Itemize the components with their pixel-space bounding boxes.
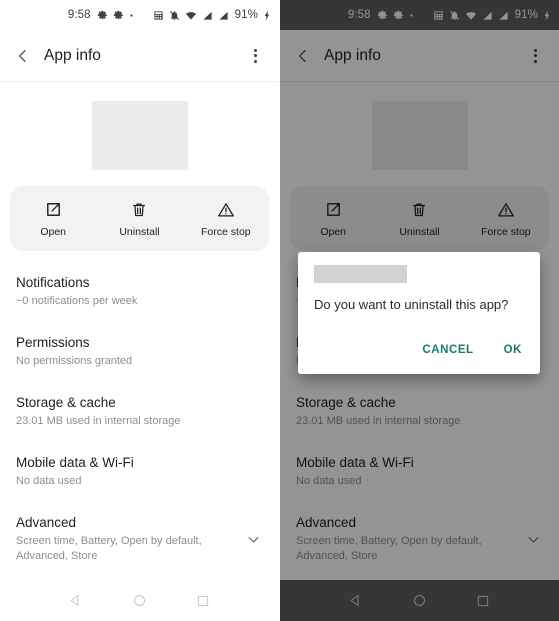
nav-back-icon[interactable]: [65, 590, 87, 612]
action-label: Open: [40, 226, 66, 238]
status-bar: 9:58 91%: [0, 0, 279, 30]
list-item-subtitle: No permissions granted: [16, 355, 133, 367]
settings-gear-icon: [97, 10, 108, 21]
app-bar: App info: [0, 30, 279, 82]
list-item-permissions[interactable]: Permissions No permissions granted: [0, 321, 279, 381]
page-title: App info: [44, 46, 101, 64]
right-phone-screen: 9:58 91% App info Open Uninstall Force s…: [279, 0, 559, 621]
dialog-actions: CANCEL OK: [298, 314, 540, 366]
redacted-dialog-title: [314, 265, 407, 283]
list-item-title: Permissions: [16, 335, 90, 350]
dual-screenshot-stage: 9:58 91% App info Open Uninstall Force s…: [0, 0, 559, 621]
list-item-subtitle: No data used: [16, 475, 82, 487]
battery-percent: 91%: [234, 9, 258, 21]
action-card-container: Open Uninstall Force stop: [0, 172, 279, 251]
ok-button[interactable]: OK: [494, 336, 532, 364]
action-label: Force stop: [201, 226, 251, 238]
settings-gear-icon: [113, 10, 124, 21]
uninstall-confirm-dialog: Do you want to uninstall this app? CANCE…: [298, 252, 540, 374]
list-item-storage-cache[interactable]: Storage & cache 23.01 MB used in interna…: [0, 381, 279, 441]
action-card: Open Uninstall Force stop: [10, 186, 269, 251]
trash-icon: [131, 199, 147, 219]
charging-bolt-icon: [263, 9, 271, 21]
uninstall-button[interactable]: Uninstall: [96, 199, 182, 238]
action-label: Uninstall: [119, 226, 160, 238]
open-button[interactable]: Open: [10, 199, 96, 238]
list-item-subtitle: Screen time, Battery, Open by default, A…: [16, 535, 202, 562]
nav-recents-icon[interactable]: [192, 590, 214, 612]
calculator-icon: [153, 10, 164, 21]
list-item-subtitle: ~0 notifications per week: [16, 295, 138, 307]
cancel-button[interactable]: CANCEL: [412, 336, 483, 364]
overflow-menu-icon[interactable]: [244, 44, 266, 68]
nav-home-icon[interactable]: [128, 590, 150, 612]
notifications-muted-icon: [169, 10, 180, 21]
list-item-title: Storage & cache: [16, 395, 116, 410]
signal-icon: [202, 10, 213, 21]
force-stop-button[interactable]: Force stop: [183, 199, 269, 238]
left-phone-screen: 9:58 91% App info Open Uninstall Force s…: [0, 0, 279, 621]
warning-triangle-icon: [217, 199, 235, 219]
redacted-app-icon: [91, 100, 188, 170]
back-chevron-icon[interactable]: [12, 45, 34, 67]
list-item-title: Mobile data & Wi-Fi: [16, 455, 134, 470]
list-item-advanced[interactable]: Advanced Screen time, Battery, Open by d…: [0, 501, 279, 576]
dialog-message: Do you want to uninstall this app?: [314, 297, 509, 312]
list-item-subtitle: 23.01 MB used in internal storage: [16, 415, 181, 427]
chevron-down-icon[interactable]: [243, 532, 263, 547]
list-item-title: Notifications: [16, 275, 90, 290]
status-bar-time: 9:58: [67, 9, 91, 21]
settings-list: Notifications ~0 notifications per week …: [0, 251, 279, 576]
wifi-icon: [185, 10, 197, 21]
list-item-notifications[interactable]: Notifications ~0 notifications per week: [0, 261, 279, 321]
list-item-mobile-data-wifi[interactable]: Mobile data & Wi-Fi No data used: [0, 441, 279, 501]
list-item-title: Advanced: [16, 515, 77, 530]
open-external-icon: [45, 199, 62, 219]
app-icon-header: [0, 82, 279, 172]
navigation-bar: [0, 580, 279, 621]
dot-icon: [129, 13, 134, 18]
signal-icon: [218, 10, 229, 21]
